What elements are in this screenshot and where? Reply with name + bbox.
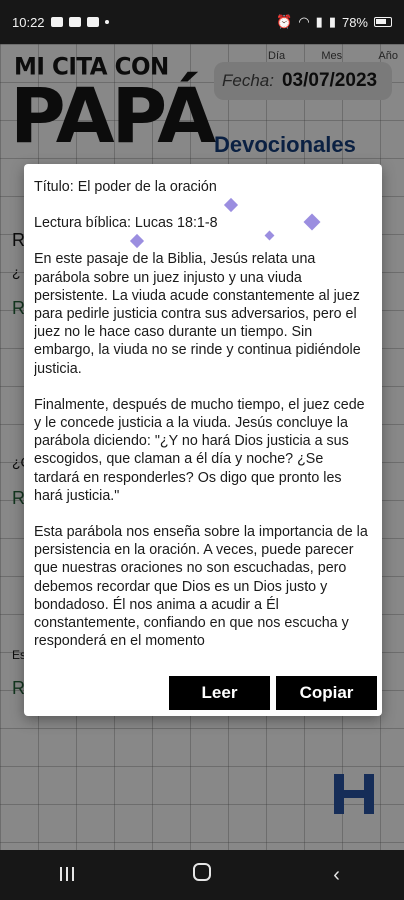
- signal-icon: ▮: [315, 14, 323, 29]
- system-nav-bar: ‹: [0, 850, 404, 900]
- more-notifications-icon: [104, 20, 109, 24]
- devotional-paragraph: Esta parábola nos enseña sobre la import…: [34, 524, 368, 650]
- devotional-paragraph: En este pasaje de la Biblia, Jesús relat…: [34, 251, 361, 377]
- devotional-title-line: Título: El poder de la oración: [34, 179, 217, 195]
- battery-percent: 78%: [341, 14, 368, 30]
- recent-apps-button[interactable]: [37, 864, 97, 887]
- status-bar: 10:22 ⏰ ◠ ▮ ▮ 78%: [0, 0, 404, 44]
- home-button[interactable]: [172, 863, 232, 887]
- devotional-reading-line: Lectura bíblica: Lucas 18:1-8: [34, 215, 218, 232]
- devotional-text-scroll[interactable]: Título: El poder de la oración Lectura b…: [34, 178, 372, 668]
- wifi-icon: ◠: [298, 14, 310, 29]
- back-chevron-icon: ‹: [333, 863, 340, 886]
- gallery-notification-icon: [50, 17, 63, 27]
- read-button[interactable]: Leer: [169, 676, 270, 710]
- alarm-icon: ⏰: [276, 14, 293, 29]
- status-time: 10:22: [12, 14, 45, 30]
- copy-button[interactable]: Copiar: [276, 676, 377, 710]
- dialog-actions: Leer Copiar: [24, 676, 382, 710]
- recent-apps-icon: [60, 866, 75, 881]
- back-button[interactable]: ‹: [307, 864, 367, 887]
- battery-icon: [374, 17, 392, 27]
- devotional-paragraph: Finalmente, después de mucho tiempo, el …: [34, 396, 365, 504]
- youtube-notification-icon: [86, 17, 99, 27]
- home-icon: [192, 863, 211, 881]
- devotional-dialog: Título: El poder de la oración Lectura b…: [24, 164, 382, 716]
- cloud-notification-icon: [68, 17, 81, 27]
- signal-icon-2: ▮: [328, 14, 336, 29]
